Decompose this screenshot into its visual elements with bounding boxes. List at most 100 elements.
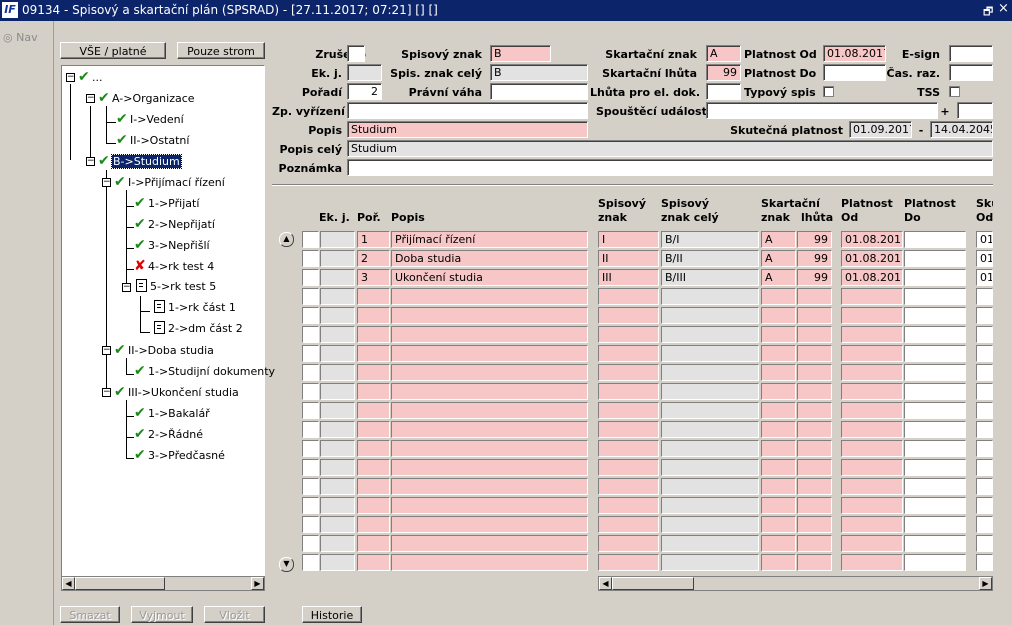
cell-spisovy-znak[interactable] [598,516,659,533]
cell-ekj[interactable] [320,269,355,286]
cell-spisovy-znak-cely[interactable] [661,288,759,305]
tree-item-rk-test-5[interactable]: 5->rk test 5 [136,278,216,296]
cell-skartacni-znak[interactable] [761,383,796,400]
cell-spisovy-znak[interactable]: I [598,231,659,248]
cell-lhuta[interactable] [797,326,832,343]
cell-spisovy-znak-cely[interactable] [661,402,759,419]
tree-item-vedeni[interactable]: ✔ I->Vedení [116,110,184,128]
cell-popis[interactable] [391,307,588,324]
cell-spisovy-znak-cely[interactable] [661,326,759,343]
history-button[interactable]: Historie [302,606,362,623]
tree-item-dm-cast-2[interactable]: 2->dm část 2 [154,320,243,338]
cell-skartacni-znak[interactable] [761,516,796,533]
cell-spisovy-znak[interactable] [598,345,659,362]
tree-item-studijni-dokumenty[interactable]: ✔ 1->Studijní dokumenty [134,362,275,380]
cell-popis[interactable] [391,440,588,457]
row-selector[interactable] [302,288,319,305]
spis-znak-cely-field[interactable]: B [490,64,588,81]
cell-popis[interactable]: Ukončení studia [391,269,588,286]
cell-lhuta[interactable] [797,535,832,552]
cell-platnost-do[interactable] [904,459,966,476]
cell-por[interactable] [357,497,390,514]
cell-por[interactable] [357,307,390,324]
tree-item-prijati[interactable]: ✔ 1->Přijatí [134,194,199,212]
cell-spisovy-znak[interactable] [598,326,659,343]
cell-skutecna-od[interactable] [976,440,993,457]
scroll-up-icon[interactable]: ▲ [279,232,294,247]
row-selector[interactable] [302,421,319,438]
cas-raz-field[interactable] [949,64,993,81]
cell-platnost-od[interactable] [841,421,903,438]
cell-ekj[interactable] [320,307,355,324]
collapse-icon[interactable]: − [102,178,111,187]
cell-skartacni-znak[interactable] [761,459,796,476]
tree-item-rk-cast-1[interactable]: 1->rk část 1 [154,299,236,317]
cell-por[interactable] [357,516,390,533]
cell-lhuta[interactable] [797,402,832,419]
cell-skartacni-znak[interactable] [761,440,796,457]
cell-spisovy-znak-cely[interactable] [661,440,759,457]
cell-platnost-od[interactable] [841,326,903,343]
cell-platnost-do[interactable] [904,231,966,248]
tree-item-radne[interactable]: ✔ 2->Řádné [134,425,203,443]
cell-lhuta[interactable] [797,288,832,305]
skartacni-lhuta-field[interactable]: 99 [706,64,741,81]
tree-item-bakalar[interactable]: ✔ 1->Bakalář [134,404,210,422]
cell-skartacni-znak[interactable] [761,288,796,305]
cell-skartacni-znak[interactable] [761,535,796,552]
only-tree-button[interactable]: Pouze strom [177,42,265,59]
row-selector[interactable] [302,269,319,286]
cell-ekj[interactable] [320,402,355,419]
cell-ekj[interactable] [320,535,355,552]
cell-platnost-od[interactable] [841,459,903,476]
collapse-icon[interactable]: − [66,73,75,82]
cell-spisovy-znak-cely[interactable] [661,459,759,476]
cell-platnost-do[interactable] [904,345,966,362]
cell-skutecna-od[interactable] [976,421,993,438]
cell-platnost-od[interactable] [841,554,903,571]
tree-item-rk-test-4[interactable]: ✘ 4->rk test 4 [134,257,214,275]
tree-panel[interactable]: − ✔... − ✔ A->Organizace ✔ I->Vedení ✔ II->… [61,65,275,591]
cell-ekj[interactable] [320,478,355,495]
poradi-field[interactable]: 2 [347,83,382,100]
grid-vscrollbar[interactable]: ▲ ▼ [279,232,294,572]
cell-skutecna-od[interactable] [976,554,993,571]
row-selector[interactable] [302,402,319,419]
cell-popis[interactable] [391,421,588,438]
cell-ekj[interactable] [320,421,355,438]
cell-ekj[interactable] [320,326,355,343]
cell-skutecna-od[interactable] [976,326,993,343]
restore-icon[interactable]: 🗗 [983,3,993,22]
cell-skutecna-od[interactable] [976,402,993,419]
scroll-left-icon[interactable]: ◀ [62,577,75,590]
cell-popis[interactable] [391,459,588,476]
cell-por[interactable] [357,459,390,476]
cell-lhuta[interactable] [797,345,832,362]
all-valid-button[interactable]: VŠE / platné [60,42,166,59]
cell-ekj[interactable] [320,364,355,381]
cell-spisovy-znak-cely[interactable] [661,364,759,381]
cut-button[interactable]: Vyjmout [131,606,193,623]
scroll-right-icon[interactable]: ▶ [979,577,992,590]
cell-por[interactable] [357,383,390,400]
cell-lhuta[interactable] [797,516,832,533]
cell-platnost-od[interactable] [841,364,903,381]
cell-por[interactable]: 3 [357,269,390,286]
cell-skartacni-znak[interactable]: A [761,231,796,248]
platnost-do-field[interactable] [823,64,886,81]
cell-platnost-od[interactable] [841,383,903,400]
row-selector[interactable] [302,497,319,514]
cell-platnost-od[interactable] [841,497,903,514]
cell-por[interactable] [357,326,390,343]
cell-skutecna-od[interactable] [976,383,993,400]
cell-lhuta[interactable] [797,364,832,381]
collapse-icon[interactable]: − [86,94,95,103]
cell-skartacni-znak[interactable]: A [761,269,796,286]
cell-spisovy-znak-cely[interactable] [661,478,759,495]
row-selector[interactable] [302,478,319,495]
cell-ekj[interactable] [320,288,355,305]
cell-spisovy-znak[interactable] [598,364,659,381]
cell-spisovy-znak[interactable] [598,459,659,476]
scroll-down-icon[interactable]: ▼ [279,557,294,572]
tree-item-organizace[interactable]: ✔ A->Organizace [98,89,195,107]
